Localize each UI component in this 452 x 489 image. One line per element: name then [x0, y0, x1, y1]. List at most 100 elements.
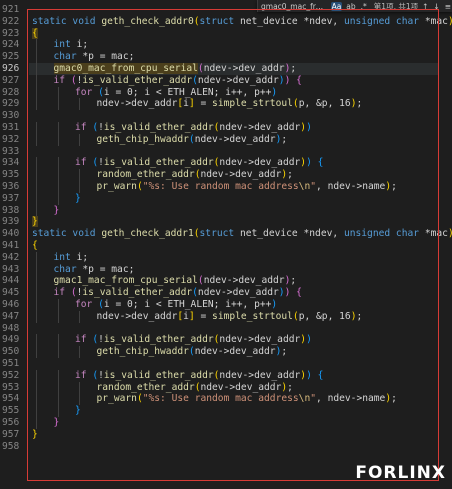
code-token: p, &p, — [298, 98, 340, 110]
code-token: { — [317, 157, 324, 169]
code-line[interactable]: 925 char *p = mac; — [0, 51, 452, 63]
code-line[interactable]: 951 — [0, 358, 452, 370]
code-token: ETH_ALEN — [167, 86, 214, 98]
code-token: ndev->dev_addr — [197, 74, 279, 86]
code-token: i = — [103, 86, 127, 98]
code-line[interactable]: 937} — [0, 193, 452, 205]
code-text: } — [32, 429, 38, 441]
line-number: 938 — [2, 204, 20, 216]
code-token: { — [296, 287, 302, 299]
code-token: ndev->dev_addr — [219, 122, 301, 133]
code-token: geth_check_addr1 — [101, 228, 194, 240]
code-text: } — [75, 193, 81, 205]
code-line[interactable]: 939} — [0, 216, 452, 228]
code-line[interactable]: 928 for (i = 0; i < ETH_ALEN; i++, p++) — [0, 87, 452, 99]
code-line[interactable]: 942 int i; — [0, 252, 452, 264]
line-number: 958 — [2, 440, 20, 452]
line-number: 944 — [2, 275, 20, 287]
code-token: if — [75, 122, 93, 133]
code-line[interactable]: 955} — [0, 405, 452, 417]
code-text: random_ether_addr(ndev->dev_addr); — [97, 169, 293, 181]
code-line[interactable]: 935 random_ether_addr(ndev->dev_addr); — [0, 169, 452, 181]
code-line[interactable]: 932 geth_chip_hwaddr(ndev->dev_addr); — [0, 134, 452, 146]
code-line[interactable]: 930 — [0, 110, 452, 122]
line-number: 946 — [2, 299, 20, 310]
match-case-toggle[interactable]: Aa — [330, 1, 343, 11]
code-line[interactable]: 933 — [0, 146, 452, 158]
code-line[interactable]: 945 if (!is_valid_ether_addr(ndev->dev_ad… — [0, 287, 452, 299]
code-token: ) — [271, 299, 278, 310]
code-line[interactable]: 927 if (!is_valid_ether_addr(ndev->dev_ad… — [0, 75, 452, 87]
code-line[interactable]: 934 if (!is_valid_ether_addr(ndev->dev_ad… — [0, 157, 452, 169]
code-token: ) — [306, 122, 312, 133]
code-line[interactable]: 931 if (!is_valid_ether_addr(ndev->dev_ad… — [0, 122, 452, 134]
find-input[interactable]: gmac0_mac_from_cpu_s — [261, 2, 328, 11]
code-line[interactable]: 940 static void geth_check_addr1(struct n… — [0, 228, 452, 240]
code-token: geth_chip_hwaddr — [96, 346, 189, 358]
code-line[interactable]: 957} — [0, 429, 452, 441]
code-line[interactable]: 948 — [0, 323, 452, 335]
code-token: ; — [356, 98, 363, 110]
line-number: 924 — [2, 39, 20, 51]
code-line[interactable]: 923 { — [0, 27, 452, 40]
code-token: ; i++, p++ — [213, 86, 272, 98]
code-token: random_ether_addr — [96, 381, 195, 393]
code-token: static void — [32, 15, 102, 27]
code-line[interactable]: 924 int i; — [0, 39, 452, 51]
code-line[interactable]: 936 pr_warn("%s: Use random mac address\n… — [0, 181, 452, 193]
code-token: if — [75, 369, 93, 381]
code-token: ; — [287, 169, 293, 181]
code-line[interactable]: 953 random_ether_addr(ndev->dev_addr); — [0, 382, 452, 394]
code-token: is_valid_ether_addr — [103, 334, 214, 346]
code-token: 16 — [339, 98, 351, 110]
code-line[interactable]: 938} — [0, 205, 452, 217]
code-line[interactable]: 958 — [0, 441, 452, 453]
line-number: 934 — [2, 157, 20, 169]
regex-toggle[interactable]: .* — [360, 2, 368, 11]
code-text: if (!is_valid_ether_addr(ndev->dev_addr)… — [54, 287, 302, 299]
line-number: 956 — [2, 417, 20, 428]
code-token: ; — [391, 393, 397, 405]
code-text: static void geth_check_addr0(struct net_… — [32, 16, 452, 28]
find-in-selection-icon[interactable]: ≡ — [444, 2, 452, 11]
code-token: if — [75, 157, 93, 169]
line-number: 947 — [2, 310, 20, 322]
line-number: 950 — [2, 346, 20, 358]
code-token: random_ether_addr — [96, 169, 195, 181]
code-line[interactable]: 922 static void geth_check_addr0(struct n… — [0, 16, 452, 28]
code-token: ; — [82, 39, 89, 51]
code-line[interactable]: 944 gmac1_mac_from_cpu_serial(ndev->dev_a… — [0, 275, 452, 287]
code-token: int — [53, 39, 77, 51]
code-text: pr_warn("%s: Use random mac address\n", … — [97, 181, 397, 193]
code-line[interactable]: 956} — [0, 417, 452, 429]
code-token: ndev->dev_addr — [219, 369, 301, 381]
code-text: } — [54, 417, 60, 429]
line-number: 955 — [2, 405, 20, 417]
code-line[interactable]: 947 ndev->dev_addr[i] = simple_strtoul(p,… — [0, 311, 452, 323]
code-line[interactable]: 946 for (i = 0; i < ETH_ALEN; i++, p++) — [0, 299, 452, 311]
code-line[interactable]: 926 gmac0_mac_from_cpu_serial(ndev->dev_a… — [0, 63, 452, 75]
code-token: ; — [290, 63, 297, 74]
previous-match-icon[interactable]: ↑ — [421, 2, 429, 11]
code-token: is_valid_ether_addr — [103, 157, 214, 169]
code-line[interactable]: 929 ndev->dev_addr[i] = simple_strtoul(p,… — [0, 98, 452, 110]
whole-word-toggle[interactable]: ab — [345, 2, 356, 11]
code-token: ) — [448, 228, 452, 239]
code-line[interactable]: 941 { — [0, 240, 452, 252]
code-text: char *p = mac; — [54, 264, 135, 276]
line-number: 949 — [2, 334, 20, 346]
code-token: ; — [82, 251, 89, 263]
code-token: ndev->dev_addr — [194, 346, 276, 358]
find-result-count: 第1项, 共1项 — [373, 1, 419, 11]
code-line[interactable]: 950 geth_chip_hwaddr(ndev->dev_addr); — [0, 346, 452, 358]
code-token: simple_strtoul — [212, 310, 293, 322]
next-match-icon[interactable]: ↓ — [432, 2, 440, 11]
code-token: gmac1_mac_from_cpu_serial — [53, 275, 198, 287]
code-token: static void — [32, 228, 102, 240]
code-line[interactable]: 949 if (!is_valid_ether_addr(ndev->dev_ad… — [0, 334, 452, 346]
code-line[interactable]: 954 pr_warn("%s: Use random mac address\n… — [0, 393, 452, 405]
code-line[interactable]: 952 if (!is_valid_ether_addr(ndev->dev_ad… — [0, 370, 452, 382]
code-line[interactable]: 943 char *p = mac; — [0, 264, 452, 276]
line-number: 929 — [2, 98, 20, 110]
line-number: 952 — [2, 369, 20, 381]
